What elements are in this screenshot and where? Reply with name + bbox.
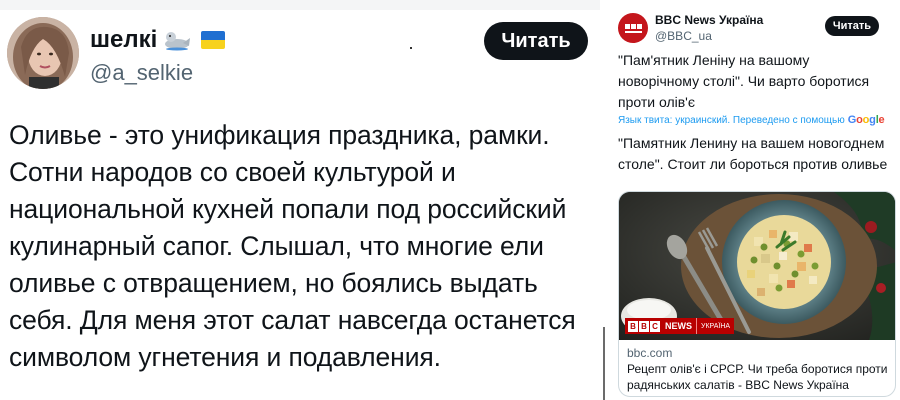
top-strip (0, 0, 600, 10)
card-title: Рецепт олів'є і СРСР. Чи треба боротися … (627, 362, 888, 392)
link-card[interactable]: BBC NEWS УКРАЇНА bbc.com Рецепт олів'є і… (618, 191, 896, 397)
left-tweet: шелкі @a_selkie Читать Оливье - это униф… (0, 0, 606, 400)
tweet-line: себя. Для меня этот салат навсегда остан… (9, 305, 576, 335)
read-button[interactable]: Читать (825, 16, 879, 36)
read-button[interactable]: Читать (484, 22, 588, 60)
dot (410, 47, 412, 49)
tweet-line: символом угнетения и подавления. (9, 342, 441, 372)
translation-note[interactable]: Язык твита: украинский. Переведено с пом… (618, 114, 898, 126)
avatar[interactable] (7, 17, 79, 89)
card-image: BBC NEWS УКРАЇНА (619, 192, 895, 340)
author-name-row: шелкі (90, 26, 226, 54)
seal-icon (163, 29, 191, 51)
badge-news: NEWS (665, 321, 692, 331)
scrollbar[interactable] (603, 327, 605, 400)
author-name[interactable]: BBC News Україна (655, 13, 763, 27)
ukraine-flag-icon (201, 31, 226, 49)
avatar-photo (7, 17, 79, 89)
bbc-avatar[interactable] (618, 13, 648, 43)
tweet-line: национальной кухней попали под российски… (9, 194, 567, 224)
tweet-line: Оливье - это унификация праздника, рамки… (9, 120, 550, 150)
tweet-line: оливье с отвращением, но боялись выдать (9, 268, 538, 298)
card-domain: bbc.com (627, 346, 673, 360)
author-handle[interactable]: @a_selkie (90, 60, 193, 86)
google-logo: Google (847, 114, 885, 126)
tweet-text-translated: "Памятник Ленину на вашем новогоднем сто… (618, 135, 888, 172)
badge-sub: УКРАЇНА (696, 318, 734, 334)
translation-note-text: Язык твита: украинский. Переведено с пом… (618, 114, 845, 126)
tweet-text: Оливье - это унификация праздника, рамки… (9, 117, 601, 376)
tweet-line: кулинарный сапог. Слышал, что многие ели (9, 231, 544, 261)
tweet-line: Сотни народов со своей культурой и (9, 157, 456, 187)
right-tweet: BBC News Україна @BBC_ua Читать "Пам'ятн… (608, 0, 900, 400)
tweet-text-original: "Пам'ятник Леніну на вашому новорічному … (618, 52, 870, 110)
bbc-news-badge: BBC NEWS УКРАЇНА (625, 318, 735, 334)
author-handle[interactable]: @BBC_ua (655, 29, 712, 43)
author-name[interactable]: шелкі (90, 26, 157, 54)
